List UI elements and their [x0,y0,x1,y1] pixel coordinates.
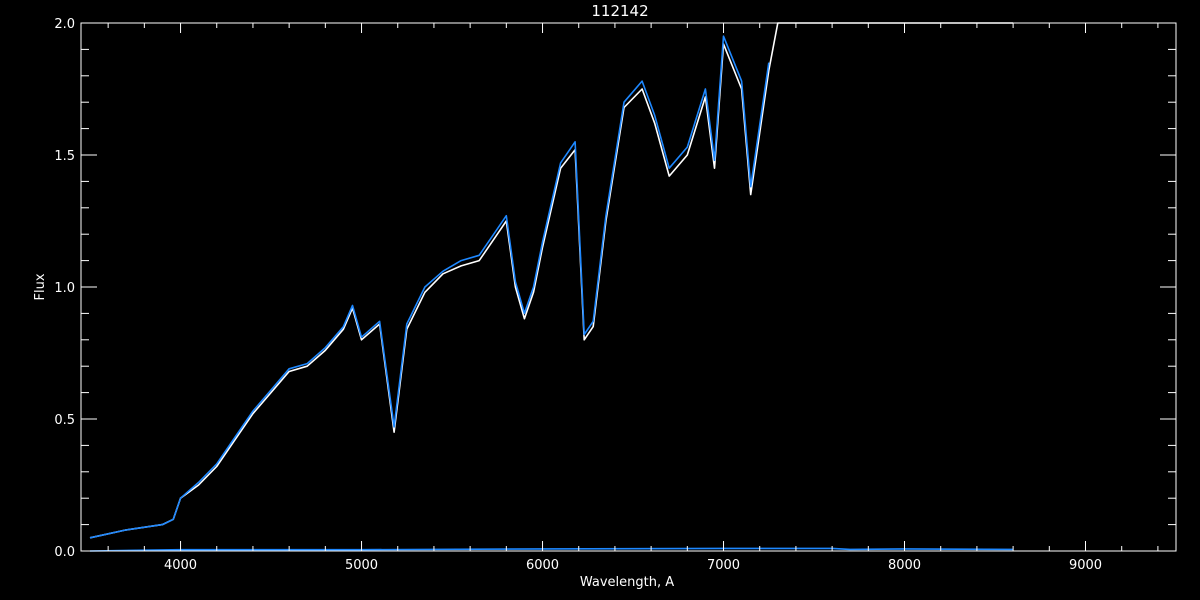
ticks-layer: 4000 5000 6000 7000 8000 9000 0.0 0.5 1.0 1.5 2.0 [54,17,1176,573]
series-layer [89,22,1014,552]
y-tick-label: 0.5 [54,413,75,428]
y-axis-label: Flux [33,273,48,300]
x-tick-label: 4000 [164,558,197,573]
series-line-0 [89,22,1014,539]
x-tick-label: 5000 [345,558,378,573]
x-axis-label: Wavelength, A [580,575,674,590]
y-tick-label: 1.5 [54,149,75,164]
y-tick-label: 2.0 [54,17,75,32]
x-tick-label: 9000 [1069,558,1102,573]
chart-title: 112142 [591,2,648,20]
y-tick-label: 1.0 [54,281,75,296]
x-tick-label: 7000 [707,558,740,573]
x-tick-label: 6000 [526,558,559,573]
spectrum-plot: 112142 Wavelength, A Flux 4000 5000 6000 70… [33,2,1177,590]
y-tick-label: 0.0 [54,545,75,560]
x-tick-label: 8000 [888,558,921,573]
